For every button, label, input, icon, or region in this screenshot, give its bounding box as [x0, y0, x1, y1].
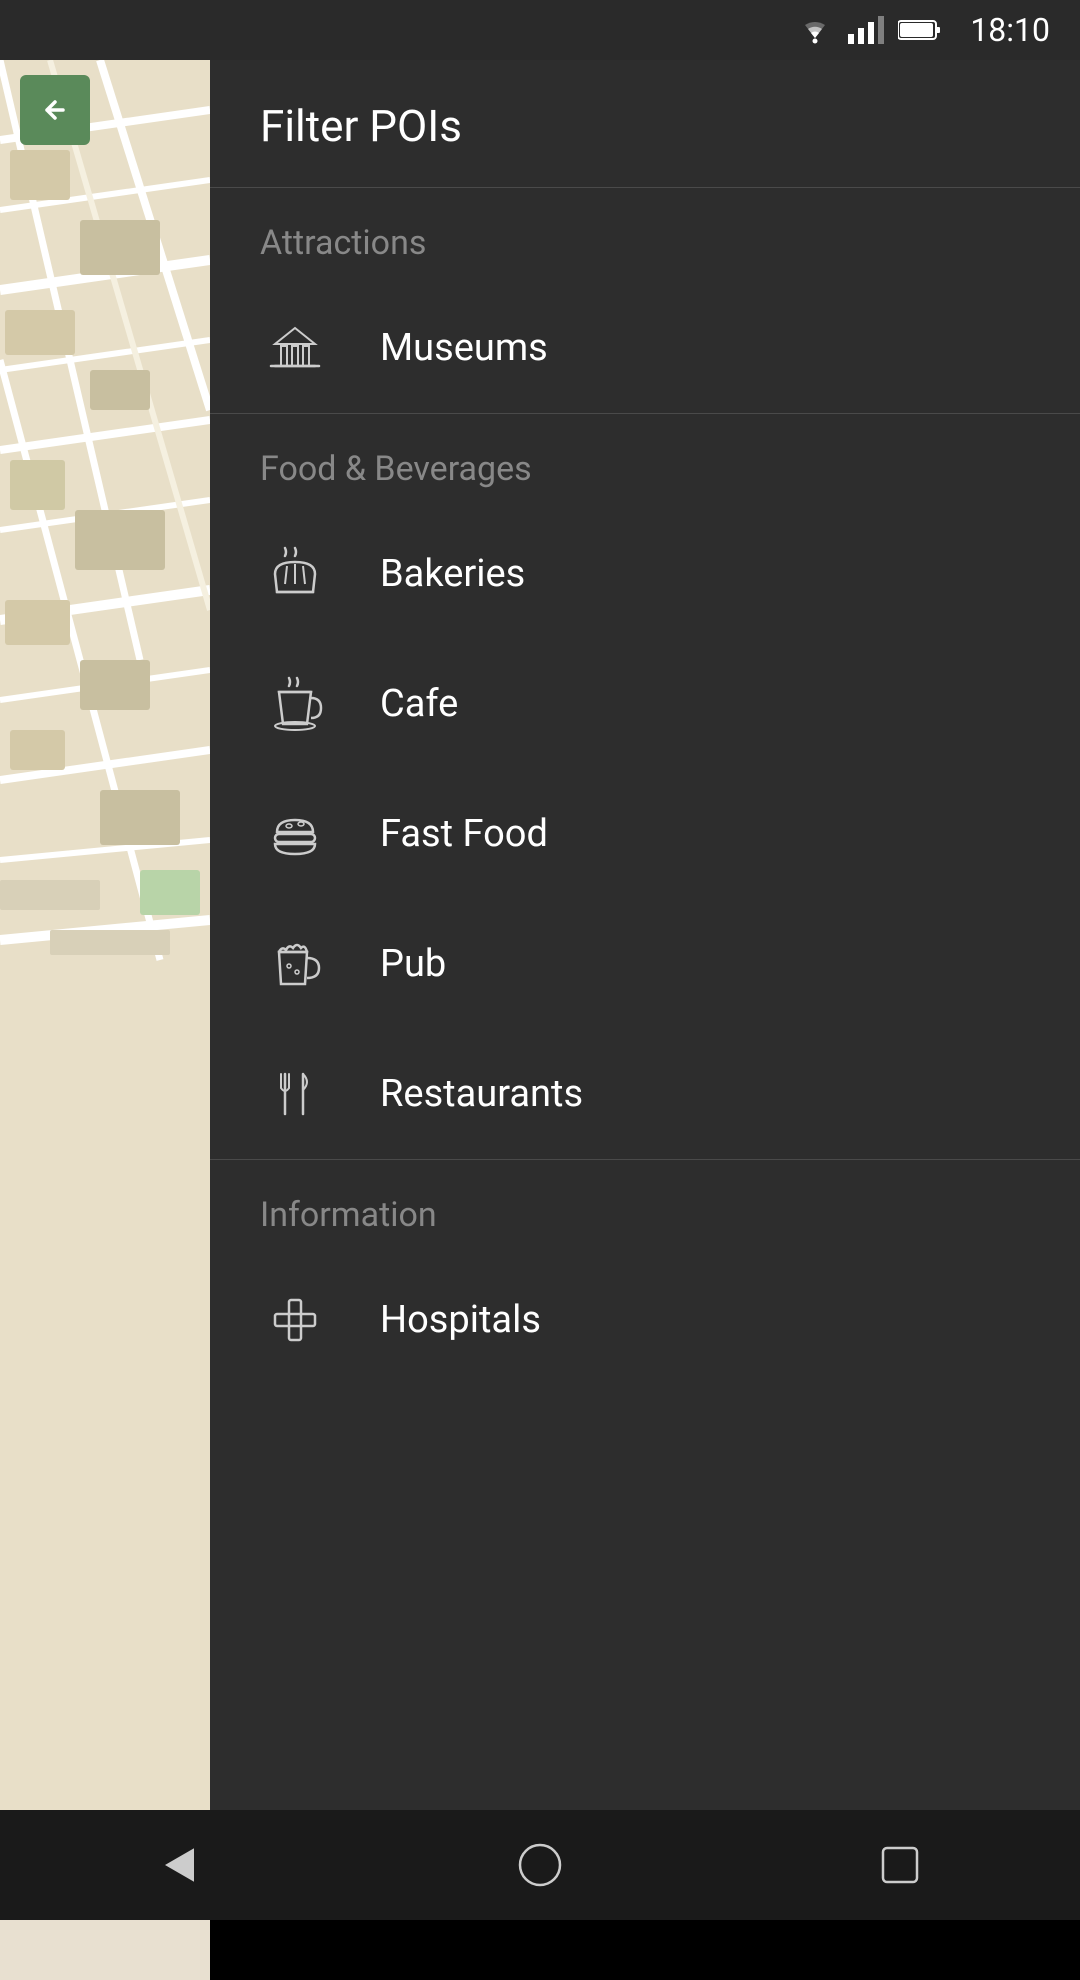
bakery-svg-icon: [267, 546, 323, 602]
bakeries-label: Bakeries: [380, 552, 525, 596]
hospitals-icon: [260, 1285, 330, 1355]
drawer-header: Filter POIs: [210, 60, 1080, 188]
map-content: [0, 60, 210, 1980]
drawer-title: Filter POIs: [260, 100, 462, 152]
list-item-hospitals[interactable]: Hospitals: [210, 1255, 1080, 1385]
nav-back-icon: [155, 1840, 205, 1890]
cafe-label: Cafe: [380, 682, 458, 726]
section-title-information: Information: [260, 1195, 437, 1235]
list-item-museums[interactable]: Museums: [210, 283, 1080, 413]
restaurants-icon: [260, 1059, 330, 1129]
section-food-beverages: Food & Beverages Bakeries: [210, 414, 1080, 1160]
map-background: [0, 60, 210, 1980]
map-svg: [0, 60, 210, 1920]
museum-svg-icon: [267, 320, 323, 376]
fast-food-svg-icon: [267, 806, 323, 862]
museums-label: Museums: [380, 326, 548, 370]
filter-drawer: Filter POIs Attractions Museums: [210, 60, 1080, 1920]
status-time: 18:10: [970, 11, 1050, 49]
hospital-svg-icon: [267, 1292, 323, 1348]
section-attractions: Attractions Museums: [210, 188, 1080, 414]
nav-recent-button[interactable]: [840, 1825, 960, 1905]
list-item-fast-food[interactable]: Fast Food: [210, 769, 1080, 899]
section-header-food: Food & Beverages: [210, 414, 1080, 509]
section-header-information: Information: [210, 1160, 1080, 1255]
restaurants-svg-icon: [267, 1066, 323, 1122]
pub-svg-icon: [267, 936, 323, 992]
cafe-svg-icon: [267, 676, 323, 732]
list-item-pub[interactable]: Pub: [210, 899, 1080, 1029]
nav-home-icon: [515, 1840, 565, 1890]
navigation-bar: [0, 1810, 1080, 1920]
restaurants-label: Restaurants: [380, 1072, 583, 1116]
list-item-restaurants[interactable]: Restaurants: [210, 1029, 1080, 1159]
nav-home-button[interactable]: [480, 1825, 600, 1905]
status-bar: 18:10: [0, 0, 1080, 60]
museums-icon: [260, 313, 330, 383]
list-item-cafe[interactable]: Cafe: [210, 639, 1080, 769]
hospitals-label: Hospitals: [380, 1298, 541, 1342]
signal-icon: [848, 16, 884, 44]
back-button[interactable]: [20, 75, 90, 145]
list-item-bakeries[interactable]: Bakeries: [210, 509, 1080, 639]
nav-recent-icon: [875, 1840, 925, 1890]
section-title-attractions: Attractions: [260, 223, 426, 263]
section-header-attractions: Attractions: [210, 188, 1080, 283]
section-title-food: Food & Beverages: [260, 449, 532, 489]
status-icons: 18:10: [796, 11, 1050, 49]
bakeries-icon: [260, 539, 330, 609]
nav-back-button[interactable]: [120, 1825, 240, 1905]
pub-icon: [260, 929, 330, 999]
battery-icon: [898, 18, 942, 42]
wifi-icon: [796, 16, 834, 44]
pub-label: Pub: [380, 942, 446, 986]
cafe-icon: [260, 669, 330, 739]
fast-food-label: Fast Food: [380, 812, 548, 856]
back-arrow-icon: [35, 90, 75, 130]
section-information: Information Hospitals: [210, 1160, 1080, 1385]
fast-food-icon: [260, 799, 330, 869]
